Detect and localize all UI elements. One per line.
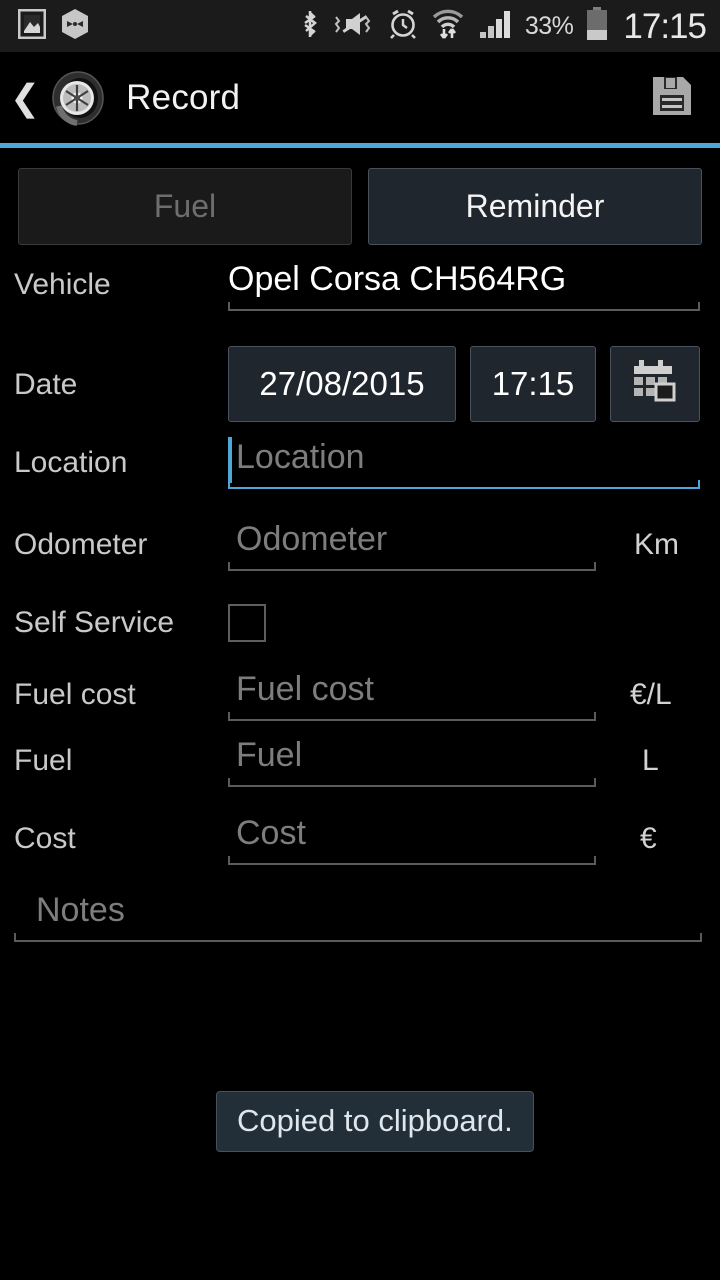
cost-underline — [228, 856, 596, 865]
app-screen: 33% 17:15 ❮ Record Fuel Reminder Vehicle… — [0, 0, 720, 1280]
time-value: 17:15 — [491, 365, 575, 402]
odometer-unit: Km — [634, 528, 679, 561]
time-picker-button[interactable]: 17:15 — [470, 346, 596, 422]
cost-unit: € — [640, 822, 657, 855]
location-row: Location Location — [0, 428, 720, 508]
tire-wheel-logo-icon — [50, 70, 106, 126]
hexagon-app-icon — [60, 8, 90, 45]
fuel-cost-label: Fuel cost — [14, 678, 136, 711]
battery-icon — [586, 6, 608, 46]
fuel-unit: L — [642, 744, 659, 777]
fuel-cost-underline — [228, 712, 596, 721]
calendar-picker-button[interactable] — [610, 346, 700, 422]
tab-fuel[interactable]: Fuel — [18, 168, 352, 245]
vehicle-value: Opel Corsa CH564RG — [228, 260, 567, 298]
tab-fuel-label: Fuel — [153, 188, 217, 224]
cost-label: Cost — [14, 822, 76, 855]
odometer-input[interactable]: Odometer — [228, 522, 596, 571]
notes-underline — [14, 933, 702, 942]
vehicle-label: Vehicle — [14, 268, 111, 301]
fuel-cost-row: Fuel cost Fuel cost €/L — [0, 660, 720, 738]
save-floppy-icon[interactable] — [650, 74, 694, 123]
page-title: Record — [126, 78, 241, 117]
fuel-row: Fuel Fuel L — [0, 738, 720, 816]
fuel-cost-unit: €/L — [630, 678, 672, 711]
date-value: 27/08/2015 — [259, 365, 425, 402]
status-bar-right-icons: 33% 17:15 — [300, 6, 720, 46]
toast-message: Copied to clipboard. — [216, 1091, 534, 1152]
self-service-checkbox[interactable] — [228, 604, 266, 642]
odometer-placeholder: Odometer — [236, 520, 388, 558]
vehicle-row: Vehicle Opel Corsa CH564RG — [0, 262, 720, 340]
cellular-signal-icon — [478, 8, 512, 45]
location-input[interactable]: Location — [228, 437, 700, 489]
fuel-cost-input[interactable]: Fuel cost — [228, 672, 596, 721]
odometer-label: Odometer — [14, 528, 148, 561]
action-bar: ❮ Record — [0, 56, 720, 140]
calendar-icon — [632, 358, 678, 410]
cost-input[interactable]: Cost — [228, 816, 596, 865]
accent-divider — [0, 143, 720, 148]
record-form: Vehicle Opel Corsa CH564RG Date 27/08/20… — [0, 262, 720, 894]
location-placeholder: Location — [236, 438, 365, 476]
odometer-underline — [228, 562, 596, 571]
fuel-placeholder: Fuel — [236, 736, 303, 774]
notes-input[interactable]: Notes — [14, 893, 702, 942]
alarm-clock-icon — [388, 8, 418, 45]
wifi-transfer-icon — [431, 8, 465, 45]
bluetooth-icon — [300, 8, 320, 45]
tab-reminder[interactable]: Reminder — [368, 168, 702, 245]
back-chevron-icon[interactable]: ❮ — [0, 80, 46, 116]
toast-text: Copied to clipboard. — [237, 1103, 513, 1138]
battery-percent-label: 33% — [524, 11, 574, 40]
location-underline — [228, 480, 700, 489]
status-bar: 33% 17:15 — [0, 0, 720, 52]
date-label: Date — [14, 368, 78, 401]
screenshot-image-icon — [17, 8, 47, 44]
fuel-underline — [228, 778, 596, 787]
cost-row: Cost Cost € — [0, 816, 720, 894]
vehicle-underline — [228, 302, 700, 311]
fuel-label: Fuel — [14, 744, 73, 777]
status-bar-left-icons — [0, 8, 90, 45]
text-caret — [228, 437, 232, 483]
fuel-cost-placeholder: Fuel cost — [236, 670, 374, 708]
odometer-row: Odometer Odometer Km — [0, 508, 720, 586]
self-service-row: Self Service — [0, 586, 720, 660]
fuel-input[interactable]: Fuel — [228, 738, 596, 787]
cost-placeholder: Cost — [236, 814, 306, 852]
notes-placeholder: Notes — [36, 891, 125, 929]
date-row: Date 27/08/2015 17:15 — [0, 340, 720, 428]
self-service-label: Self Service — [14, 606, 175, 639]
status-bar-clock: 17:15 — [623, 6, 707, 46]
vehicle-spinner[interactable]: Opel Corsa CH564RG — [228, 262, 700, 311]
date-picker-button[interactable]: 27/08/2015 — [228, 346, 456, 422]
location-label: Location — [14, 446, 128, 479]
record-type-tabs: Fuel Reminder — [0, 168, 720, 245]
tab-reminder-label: Reminder — [465, 188, 605, 224]
volume-mute-vibrate-icon — [333, 8, 375, 45]
